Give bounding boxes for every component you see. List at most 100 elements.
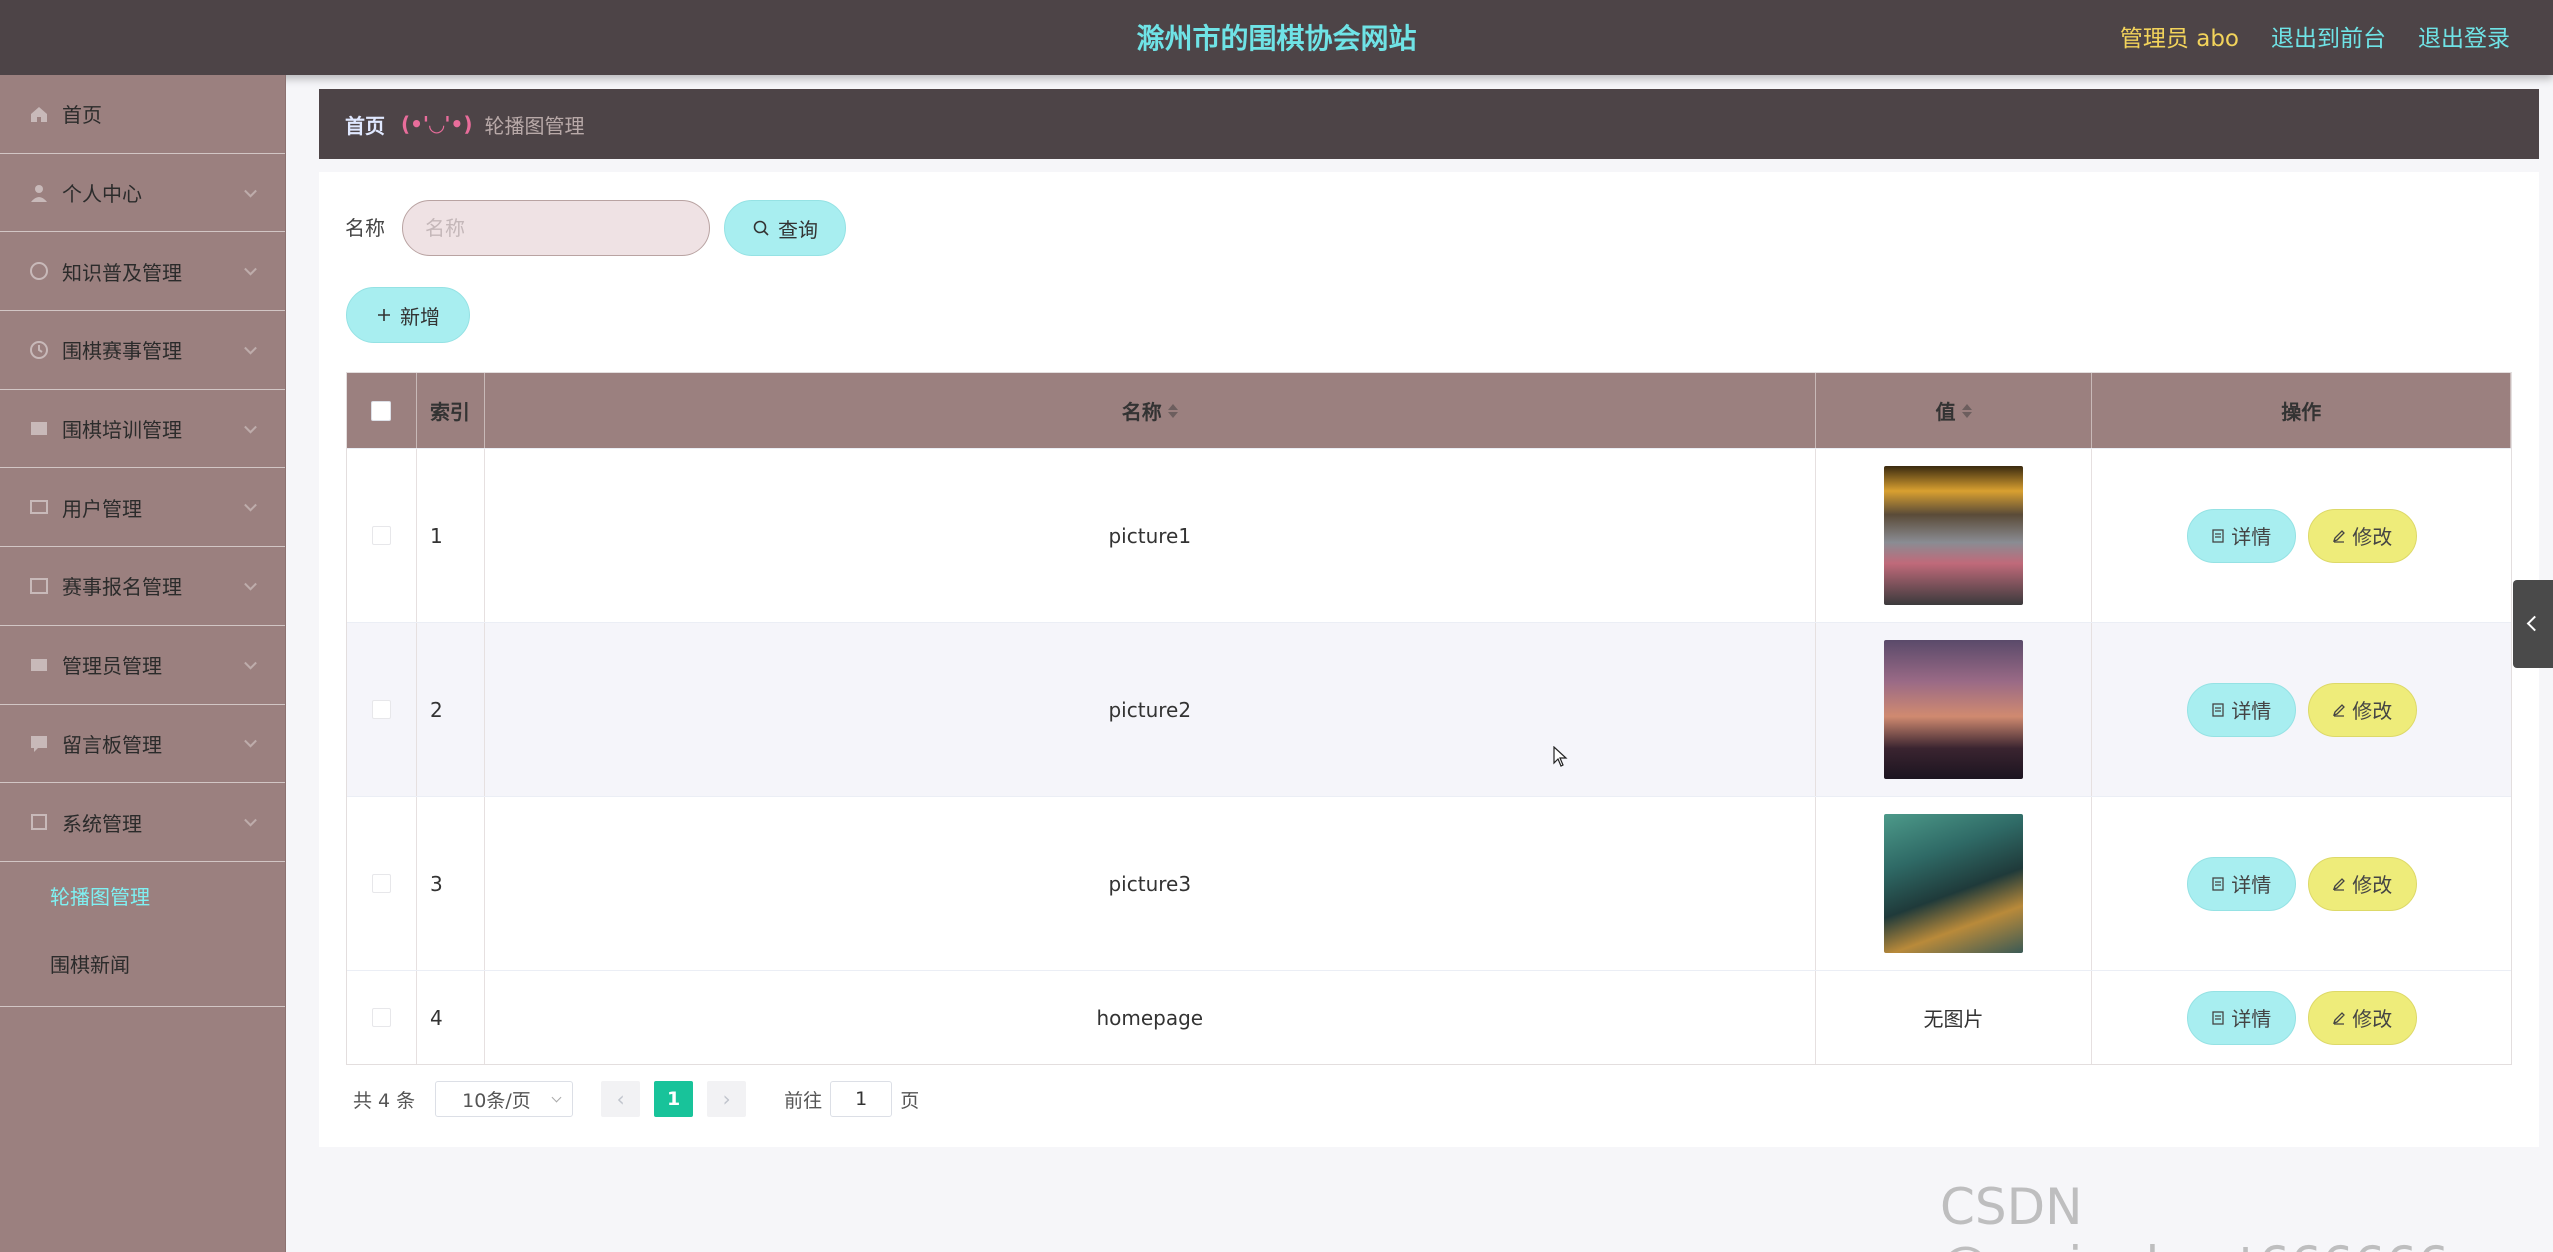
edit-icon <box>2333 1011 2346 1025</box>
column-header-name[interactable]: 名称 <box>485 373 1816 448</box>
row-actions: 详情 修改 <box>2092 971 2511 1064</box>
query-button[interactable]: 查询 <box>724 200 846 256</box>
sidebar-item-home[interactable]: 首页 <box>0 75 285 154</box>
chevron-down-icon <box>244 735 257 748</box>
goto-page-input[interactable] <box>830 1081 893 1117</box>
sidebar-item-label: 留言板管理 <box>62 732 162 757</box>
column-header-value[interactable]: 值 <box>1816 373 2093 448</box>
page-size-value: 10条/页 <box>462 1089 531 1112</box>
admin-username: 管理员 abo <box>2119 26 2239 52</box>
document-icon <box>2212 702 2224 717</box>
back-to-frontend-link[interactable]: 退出到前台 <box>2271 19 2386 53</box>
sidebar-item-label: 知识普及管理 <box>62 260 182 285</box>
goto-label: 前往 <box>784 1089 823 1112</box>
row-checkbox[interactable] <box>371 700 391 719</box>
row-index: 2 <box>417 623 485 796</box>
page-number-current[interactable]: 1 <box>654 1081 694 1117</box>
chevron-down-icon <box>244 341 257 355</box>
sidebar-item-system[interactable]: 系统管理 <box>0 783 285 862</box>
row-name: picture2 <box>485 623 1816 796</box>
row-checkbox[interactable] <box>371 1008 391 1027</box>
detail-button[interactable]: 详情 <box>2186 682 2296 737</box>
next-page-button[interactable]: › <box>707 1081 747 1117</box>
search-input[interactable] <box>402 200 710 256</box>
add-button[interactable]: 新增 <box>346 287 470 343</box>
table-row: 3 picture3 详情 修改 <box>347 796 2511 970</box>
row-name: picture3 <box>485 797 1816 970</box>
pagination-total: 共 4 条 <box>353 1089 416 1112</box>
edit-icon <box>2333 703 2346 717</box>
row-value: 无图片 <box>1816 971 2093 1064</box>
chevron-down-icon <box>244 420 257 434</box>
select-all-checkbox[interactable] <box>371 400 392 421</box>
side-panel-toggle[interactable] <box>2513 580 2553 668</box>
top-header: 滁州市的围棋协会网站 管理员 abo 退出到前台 退出登录 <box>0 0 2553 75</box>
sidebar-item-personal-center[interactable]: 个人中心 <box>0 154 285 233</box>
edit-button-label: 修改 <box>2352 525 2393 549</box>
chevron-down-icon <box>551 1092 562 1103</box>
edit-button[interactable]: 修改 <box>2307 990 2417 1045</box>
sidebar-item-admins[interactable]: 管理员管理 <box>0 626 285 705</box>
row-actions: 详情 修改 <box>2092 449 2511 622</box>
edit-button-label: 修改 <box>2352 1007 2393 1031</box>
detail-button[interactable]: 详情 <box>2186 990 2296 1045</box>
row-checkbox-cell <box>347 449 417 622</box>
page-size-select[interactable]: 10条/页 <box>435 1081 574 1117</box>
search-icon <box>753 220 769 236</box>
edit-icon <box>2333 877 2346 891</box>
detail-button-label: 详情 <box>2231 525 2272 549</box>
sidebar-item-events[interactable]: 围棋赛事管理 <box>0 311 285 390</box>
sidebar-item-label: 管理员管理 <box>62 654 162 679</box>
row-name: picture1 <box>485 449 1816 622</box>
header-checkbox-cell <box>347 373 417 448</box>
edit-button[interactable]: 修改 <box>2307 682 2417 737</box>
carousel-thumbnail[interactable] <box>1884 814 2024 953</box>
form-icon <box>28 575 50 597</box>
sidebar-item-label: 个人中心 <box>62 182 142 207</box>
breadcrumb-home[interactable]: 首页 <box>345 110 385 139</box>
edit-button-label: 修改 <box>2352 873 2393 897</box>
sidebar-item-label: 围棋赛事管理 <box>62 339 182 364</box>
sidebar-subitem-carousel[interactable]: 轮播图管理 <box>0 862 285 930</box>
sidebar-subitem-news[interactable]: 围棋新闻 <box>0 930 285 998</box>
document-icon <box>2212 876 2224 891</box>
row-actions: 详情 修改 <box>2092 623 2511 796</box>
carousel-thumbnail[interactable] <box>1884 640 2024 779</box>
sidebar-item-label: 系统管理 <box>62 811 142 836</box>
sidebar-item-training[interactable]: 围棋培训管理 <box>0 390 285 469</box>
sidebar-item-registration[interactable]: 赛事报名管理 <box>0 547 285 626</box>
sort-icon[interactable] <box>1961 403 1972 418</box>
sidebar-item-label: 围棋培训管理 <box>62 418 182 443</box>
carousel-thumbnail[interactable] <box>1884 466 2024 605</box>
chevron-down-icon <box>244 263 257 276</box>
chevron-down-icon <box>244 656 257 670</box>
query-button-label: 查询 <box>778 217 818 242</box>
watermark: CSDN @springboot666666 <box>1940 1178 2449 1252</box>
row-value <box>1816 797 2093 970</box>
logout-link[interactable]: 退出登录 <box>2418 19 2510 53</box>
chevron-right-icon: › <box>722 1087 731 1111</box>
sidebar-item-messages[interactable]: 留言板管理 <box>0 705 285 784</box>
sidebar-item-users[interactable]: 用户管理 <box>0 468 285 548</box>
row-checkbox[interactable] <box>371 874 391 893</box>
sort-icon[interactable] <box>1167 403 1178 418</box>
edit-button[interactable]: 修改 <box>2307 856 2417 911</box>
edit-button[interactable]: 修改 <box>2307 508 2417 563</box>
row-checkbox[interactable] <box>371 526 391 545</box>
detail-button[interactable]: 详情 <box>2186 508 2296 563</box>
chevron-down-icon <box>244 577 257 591</box>
document-icon <box>2212 1010 2224 1025</box>
detail-button[interactable]: 详情 <box>2186 856 2296 911</box>
detail-button-label: 详情 <box>2231 873 2272 897</box>
settings-icon <box>28 811 50 833</box>
row-index: 4 <box>417 971 485 1064</box>
home-icon <box>28 103 50 125</box>
data-table: 索引 名称 值 操作 1 picture1 详情 修改 2 picture2 详… <box>346 372 2512 1065</box>
detail-button-label: 详情 <box>2231 699 2272 723</box>
prev-page-button[interactable]: ‹ <box>601 1081 641 1117</box>
page-suffix: 页 <box>900 1089 920 1112</box>
sidebar-item-knowledge[interactable]: 知识普及管理 <box>0 232 285 312</box>
breadcrumb: 首页 (•'◡'•) 轮播图管理 <box>319 89 2539 159</box>
row-checkbox-cell <box>347 971 417 1064</box>
table-row: 4 homepage 无图片 详情 修改 <box>347 970 2511 1064</box>
